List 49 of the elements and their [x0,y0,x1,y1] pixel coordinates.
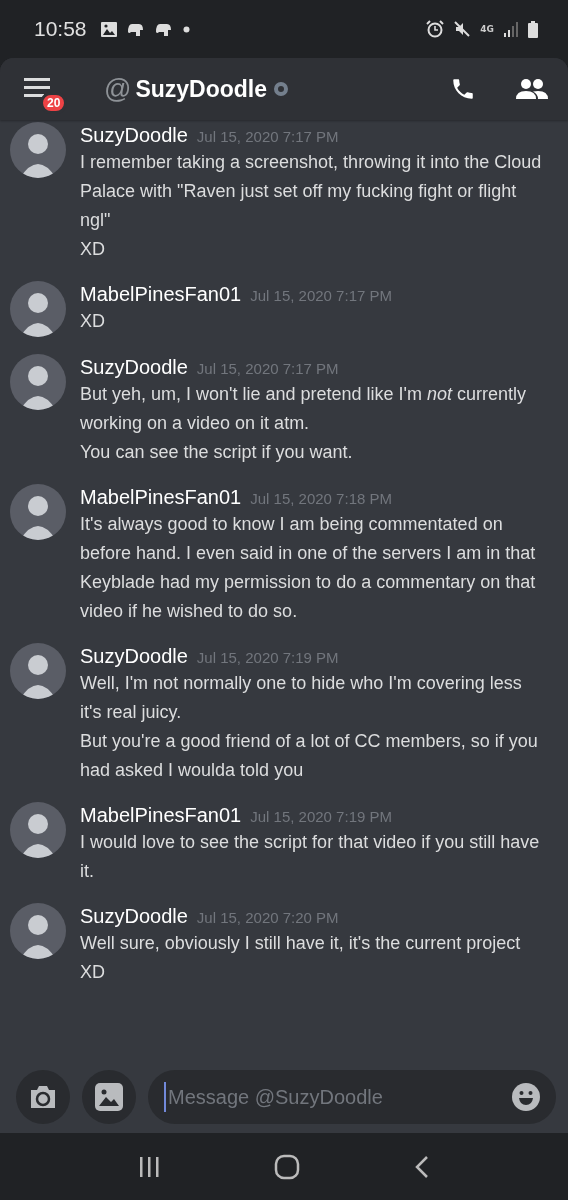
at-sign: @ [104,73,132,105]
message-text: I would love to see the script for that video if you still have it. [80,831,541,883]
battery-icon [528,20,538,38]
image-icon [100,21,117,37]
image-icon [95,1083,123,1111]
message-text: You can see the script if you want. [80,441,354,464]
message-text: Well, I'm not normally one to hide who I'm covering less it's real juicy. [80,672,523,724]
signal-icon [504,21,518,37]
avatar[interactable] [10,484,66,540]
avatar[interactable] [10,122,66,178]
message-text: Well sure, obviously I still have it, it's the current project XD [80,932,522,984]
alarm-icon [426,20,445,38]
phone-icon[interactable] [450,76,476,102]
timestamp: Jul 15, 2020 7:17 PM [250,287,392,304]
avatar[interactable] [10,354,66,410]
members-icon[interactable] [516,78,548,100]
dot-icon [182,25,190,33]
message-box[interactable]: Message @SuzyDoodle [148,1070,556,1124]
author-name[interactable]: MabelPinesFan01 [80,281,242,307]
clock-time: 10:58 [34,17,87,41]
timestamp: Jul 15, 2020 7:17 PM [196,128,339,145]
author-name[interactable]: MabelPinesFan01 [80,802,242,828]
timestamp: Jul 15, 2020 7:19 PM [250,808,392,825]
timestamp: Jul 15, 2020 7:17 PM [196,360,339,377]
menu-icon[interactable] [24,78,52,98]
author-name[interactable]: MabelPinesFan01 [80,484,242,510]
author-name[interactable]: SuzyDoodle [80,354,188,380]
message-text: But you're a good friend of a lot of CC members, so if you had asked I woulda told you [80,730,539,782]
author-name[interactable]: SuzyDoodle [80,122,188,148]
avatar[interactable] [10,281,66,337]
timestamp: Jul 15, 2020 7:19 PM [196,649,339,666]
timestamp: Jul 15, 2020 7:18 PM [250,490,392,507]
timestamp: Jul 15, 2020 7:20 PM [196,909,339,926]
camera-icon [29,1085,57,1109]
avatar[interactable] [10,802,66,858]
message-text: I remember taking a screenshot, throwing it into the Cloud Palace with "Raven just set off my fucking fight or flight ngl" [80,151,543,232]
network-label: 4G [480,24,494,34]
emoji-icon[interactable] [512,1083,540,1111]
message-text: XD [80,310,106,333]
avatar[interactable] [10,903,66,959]
message-text: XD [80,238,106,261]
author-name[interactable]: SuzyDoodle [80,643,188,669]
mute-icon [454,21,471,37]
avatar[interactable] [10,643,66,699]
message-text: It's always good to know I am being commentated on before hand. I even said in one of the servers I am in that Keyblade had my permission to do a commentary on that video if he wished to do so. [80,513,537,623]
author-name[interactable]: SuzyDoodle [80,903,188,929]
home-icon[interactable] [274,1153,300,1180]
channel-title: SuzyDoodle [135,75,268,103]
message-text: But yeh, um, I won't lie and pretend like I'm not currently working on a video on it atm. [80,383,528,435]
